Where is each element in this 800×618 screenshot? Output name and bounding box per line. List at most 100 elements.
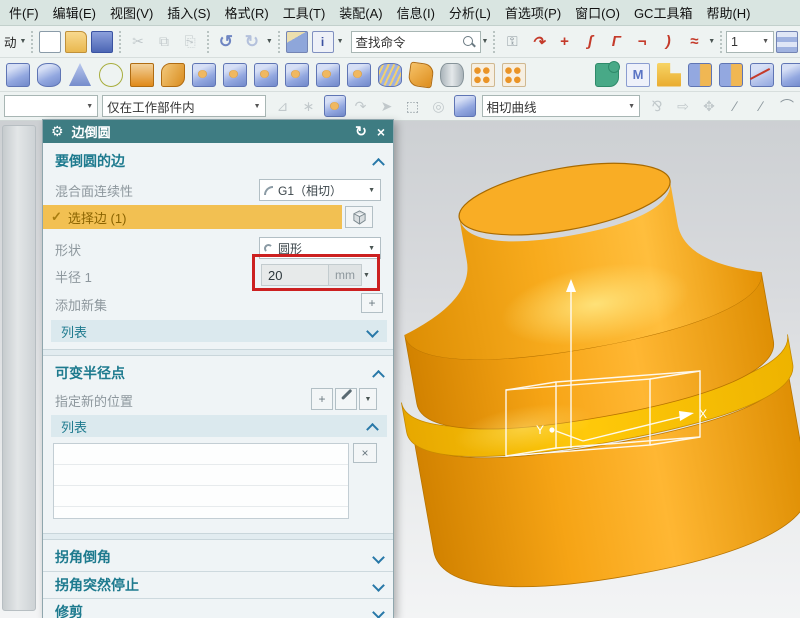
menu-item[interactable]: 窗口(O) [568,0,627,25]
inferred-point-button[interactable] [335,388,357,410]
chevron-up-icon[interactable] [372,157,385,170]
graphics-area[interactable]: X Y ⚙ 边倒圆 ↻ × 要倒圆的边 混合面连续性 G [0,121,800,618]
list-collapsible[interactable]: 列表 [51,320,387,342]
command-finder-input[interactable]: 查找命令 [351,31,481,53]
snap-rotate-icon[interactable]: ↷ [350,95,372,117]
menu-item[interactable]: 信息(I) [390,0,442,25]
menu-item[interactable]: 首选项(P) [498,0,568,25]
emboss-icon[interactable] [407,61,434,88]
snap-curve-icon[interactable]: ⌒ [776,95,798,117]
cylinder-icon[interactable] [37,63,61,87]
snap-point-icon[interactable]: ∗ [298,95,320,117]
solid-select-icon[interactable] [454,95,476,117]
stop-short-section-header[interactable]: 拐角突然停止 [43,573,393,597]
mirror-geometry-icon[interactable] [564,63,588,87]
chevron-down-icon[interactable] [372,606,385,618]
variable-radius-list[interactable] [53,443,349,519]
curve-arc-icon[interactable]: ) [657,31,679,53]
snap-endpoint-icon[interactable]: ∕ [724,95,746,117]
export-info-icon[interactable]: i [312,31,334,53]
curve-spline-icon[interactable]: ≈ [683,31,705,53]
start-menu-arrow-icon[interactable]: ▼ [20,38,27,45]
menu-item[interactable]: 视图(V) [103,0,160,25]
block-icon[interactable] [6,63,30,87]
point-options-dropdown[interactable]: ▼ [359,388,377,410]
menu-item[interactable]: 装配(A) [332,0,389,25]
save-icon[interactable] [91,31,113,53]
paste-icon[interactable]: ⎘ [179,31,201,53]
chevron-up-icon[interactable] [372,369,385,382]
curve-join-icon[interactable]: ↷ [527,31,549,53]
menu-item[interactable]: 编辑(E) [46,0,103,25]
snap-plus-icon[interactable] [324,95,346,117]
curve-corner-left-icon[interactable]: Γ [605,31,627,53]
display-mode-dropdown-icon[interactable]: ▼ [337,38,344,45]
pattern-feature-icon[interactable] [471,63,495,87]
curve-rule-select[interactable]: 相切曲线 ▼ [482,95,640,117]
menu-item[interactable]: 件(F) [2,0,46,25]
trim-section-header[interactable]: 修剪 [43,600,393,618]
select-edge-row[interactable]: ✓ 选择边 (1) [43,205,342,229]
continuity-select[interactable]: G1（相切） ▼ [259,179,381,201]
corner-blend-section-header[interactable]: 拐角倒角 [43,545,393,569]
highlight-toggle-icon[interactable]: ◎ [428,95,450,117]
curve-cross-icon[interactable]: + [553,31,575,53]
menu-item[interactable]: 帮助(H) [699,0,757,25]
sew-icon[interactable]: M [626,63,650,87]
variable-list-collapsible[interactable]: 列表 [51,415,387,437]
thread-icon[interactable] [378,63,402,87]
snap-move-icon[interactable]: ✥ [698,95,720,117]
undo-icon[interactable]: ↺ [215,31,237,53]
pocket-icon[interactable] [254,63,278,87]
slot-icon[interactable] [316,63,340,87]
extrude-icon[interactable] [130,63,154,87]
trim-body-icon[interactable] [750,63,774,87]
layer-settings-icon[interactable] [776,31,798,53]
menu-item[interactable]: 工具(T) [276,0,333,25]
reset-button[interactable]: ↻ [355,123,367,140]
boolean-unite-icon[interactable] [595,63,619,87]
pattern-geometry-icon[interactable] [502,63,526,87]
menu-item[interactable]: 分析(L) [442,0,498,25]
curve-corner-right-icon[interactable]: ¬ [631,31,653,53]
chevron-down-icon[interactable] [372,579,385,592]
groove-icon[interactable] [347,63,371,87]
cone-icon[interactable] [68,63,92,87]
new-file-icon[interactable] [39,31,61,53]
select-filter-icon[interactable]: ➤ [376,95,398,117]
edges-section-header[interactable]: 要倒圆的边 [43,149,393,173]
snap-midpoint-icon[interactable]: ∕ [750,95,772,117]
tube-icon[interactable] [440,63,464,87]
hole-icon[interactable] [192,63,216,87]
close-button[interactable]: × [377,124,385,140]
open-file-icon[interactable] [65,31,87,53]
sphere-icon[interactable] [99,63,123,87]
selection-filter-select[interactable]: ▼ [4,95,98,117]
pad-icon[interactable] [285,63,309,87]
point-dialog-button[interactable]: + [311,388,333,410]
start-menu-button[interactable]: 动 [4,31,17,53]
curve-tools-dropdown-icon[interactable]: ▼ [708,38,715,45]
snap-settings-icon[interactable]: ⊿ [272,95,294,117]
chevron-down-icon[interactable] [372,551,385,564]
copy-icon[interactable]: ⧉ [153,31,175,53]
wcs-orient-icon[interactable]: ⅋ [646,95,668,117]
vector-arrow-icon[interactable]: ⇨ [672,95,694,117]
thicken-icon[interactable] [657,63,681,87]
redo-icon[interactable]: ↻ [241,31,263,53]
search-dropdown-icon[interactable]: ▼ [482,38,489,45]
revolve-icon[interactable] [161,63,185,87]
remove-list-item-button[interactable]: × [353,443,377,463]
display-mode-cube-icon[interactable] [286,31,308,53]
dialog-title-bar[interactable]: ⚙ 边倒圆 ↻ × [43,120,393,143]
split-body-icon[interactable] [781,63,800,87]
undo-dropdown-icon[interactable]: ▼ [266,38,273,45]
unite-bodies-icon[interactable] [688,63,712,87]
curve-tool-key-icon[interactable]: ⚿ [501,31,523,53]
solid-face-button[interactable] [345,206,373,228]
menu-item[interactable]: 格式(R) [218,0,276,25]
work-layer-select[interactable]: 1 ▼ [726,31,774,53]
menu-item[interactable]: 插入(S) [160,0,217,25]
boss-icon[interactable] [223,63,247,87]
selection-scope-select[interactable]: 仅在工作部件内 ▼ [102,95,265,117]
